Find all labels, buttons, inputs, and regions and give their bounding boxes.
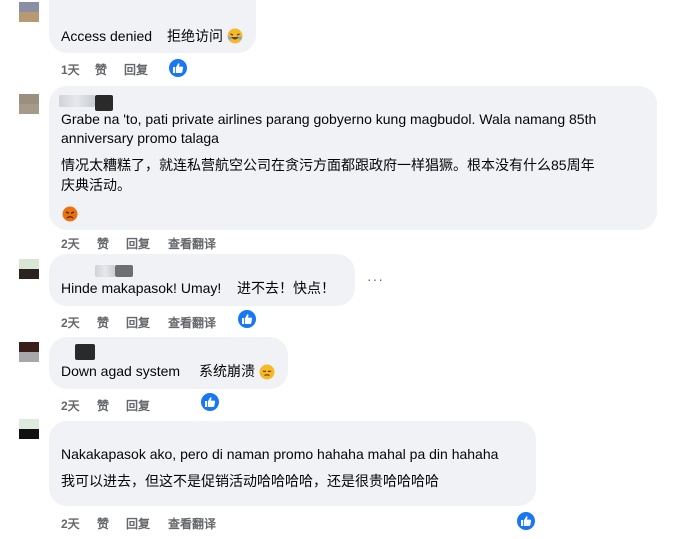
avatar[interactable] [19, 419, 39, 439]
avatar[interactable] [19, 2, 39, 22]
timestamp[interactable]: 2天 [61, 515, 80, 532]
commenter-name-redacted [95, 95, 113, 111]
avatar[interactable] [19, 94, 39, 114]
reply-link[interactable]: 回复 [124, 61, 148, 78]
comment-text-zh-line1: 情况太糟糕了，就连私营航空公司在贪污方面都跟政府一样猖獗。根本没有什么85周年 [61, 157, 595, 173]
see-translation-link[interactable]: 查看翻译 [168, 314, 216, 331]
comment-text-en: Hinde makapasok! Umay! [61, 280, 222, 296]
comment-bubble: Down agad system 系统崩溃 [49, 337, 288, 389]
avatar[interactable] [19, 259, 39, 279]
reply-link[interactable]: 回复 [126, 235, 150, 252]
like-link[interactable]: 赞 [97, 515, 109, 532]
comment-text-zh: 我可以进去，但这不是促销活动哈哈哈哈，还是很贵哈哈哈哈 [61, 473, 439, 489]
timestamp[interactable]: 1天 [61, 61, 80, 78]
thumbs-up-icon [205, 397, 216, 407]
like-link[interactable]: 赞 [97, 397, 109, 414]
comment-bubble: Grabe na 'to, pati private airlines para… [49, 86, 657, 230]
thumbs-up-icon [173, 63, 184, 73]
comment-text-zh: 进不去！快点！ [237, 280, 335, 296]
timestamp[interactable]: 2天 [61, 397, 80, 414]
reply-link[interactable]: 回复 [126, 314, 150, 331]
comment-bubble: Nakakapasok ako, pero di naman promo hah… [49, 421, 536, 506]
comment-text-zh: 系统崩溃 [199, 363, 255, 379]
like-link[interactable]: 赞 [95, 61, 107, 78]
angry-emoji-icon [62, 206, 78, 222]
see-translation-link[interactable]: 查看翻译 [168, 515, 216, 532]
weary-emoji-icon [259, 364, 275, 380]
comment-bubble: Hinde makapasok! Umay! 进不去！快点！ [49, 254, 355, 306]
comment-bubble: Access denied 拒绝访问 [49, 0, 256, 53]
commenter-name-redacted [75, 344, 95, 360]
thumbs-up-icon [521, 516, 532, 526]
comment-text-zh-line2: 庆典活动。 [61, 177, 131, 193]
commenter-name-redacted [115, 265, 133, 277]
reply-link[interactable]: 回复 [126, 397, 150, 414]
see-translation-link[interactable]: 查看翻译 [168, 235, 216, 252]
comment-text-zh: 拒绝访问 [167, 28, 223, 44]
comment-text-en-line1: Grabe na 'to, pati private airlines para… [61, 111, 597, 127]
comment-text-en: Access denied [61, 28, 153, 44]
like-reaction-badge[interactable] [515, 510, 537, 532]
timestamp[interactable]: 2天 [61, 235, 80, 252]
comment-text-en: Nakakapasok ako, pero di naman promo hah… [61, 446, 499, 462]
like-reaction-badge[interactable] [236, 308, 258, 330]
avatar[interactable] [19, 342, 39, 362]
like-link[interactable]: 赞 [97, 235, 109, 252]
laughing-emoji-icon [227, 28, 243, 44]
thumbs-up-icon [242, 314, 253, 324]
like-reaction-badge[interactable] [199, 391, 221, 413]
comment-text-en-line2: anniversary promo talaga [61, 130, 219, 146]
like-link[interactable]: 赞 [97, 314, 109, 331]
commenter-name-redacted [59, 95, 95, 107]
timestamp[interactable]: 2天 [61, 314, 80, 331]
commenter-name-redacted [95, 265, 115, 277]
comment-text-en: Down agad system [61, 363, 181, 379]
like-reaction-badge[interactable] [167, 57, 189, 79]
more-options-icon[interactable]: ··· [367, 271, 384, 287]
reply-link[interactable]: 回复 [126, 515, 150, 532]
